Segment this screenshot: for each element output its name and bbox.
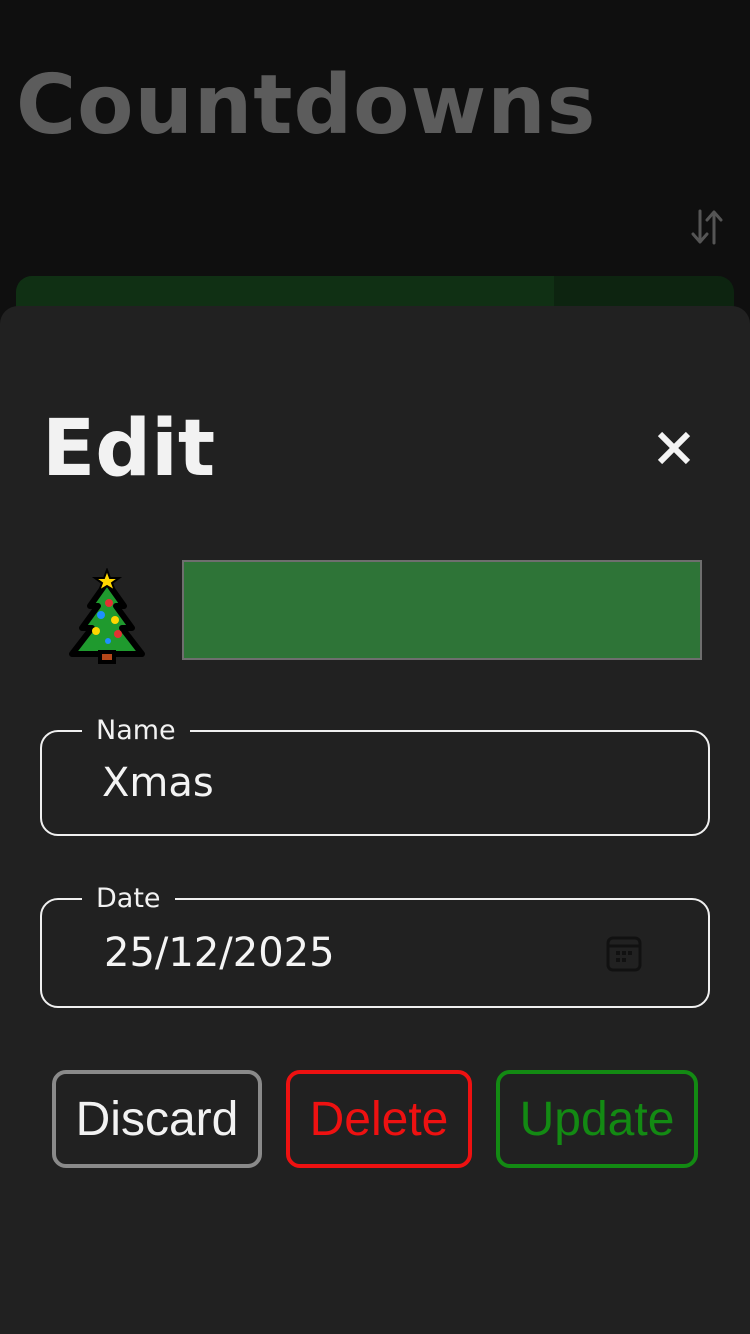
name-input[interactable]: Xmas: [102, 760, 214, 806]
sort-button[interactable]: [686, 204, 728, 250]
edit-sheet: Edit Name Xmas Date 25/12/2025 Discard D…: [0, 306, 750, 1334]
date-field[interactable]: Date 25/12/2025: [40, 883, 710, 1008]
countdowns-screen: Countdowns Edit Name Xmas Date 25/12/202…: [0, 0, 750, 1334]
app-title: Countdowns: [16, 58, 597, 153]
delete-button[interactable]: Delete: [286, 1070, 472, 1168]
emoji-picker[interactable]: [64, 567, 150, 664]
name-field-label: Name: [82, 715, 190, 747]
discard-button[interactable]: Discard: [52, 1070, 262, 1168]
name-field[interactable]: Name Xmas: [40, 715, 710, 836]
christmas-tree-icon: [69, 567, 145, 664]
close-icon: [657, 431, 691, 465]
sheet-title: Edit: [42, 404, 216, 494]
calendar-icon[interactable]: [604, 934, 644, 974]
date-input[interactable]: 25/12/2025: [104, 930, 335, 976]
update-button[interactable]: Update: [496, 1070, 698, 1168]
sort-icon: [691, 209, 723, 245]
date-field-label: Date: [82, 883, 175, 915]
close-button[interactable]: [650, 424, 698, 472]
color-swatch[interactable]: [182, 560, 702, 660]
